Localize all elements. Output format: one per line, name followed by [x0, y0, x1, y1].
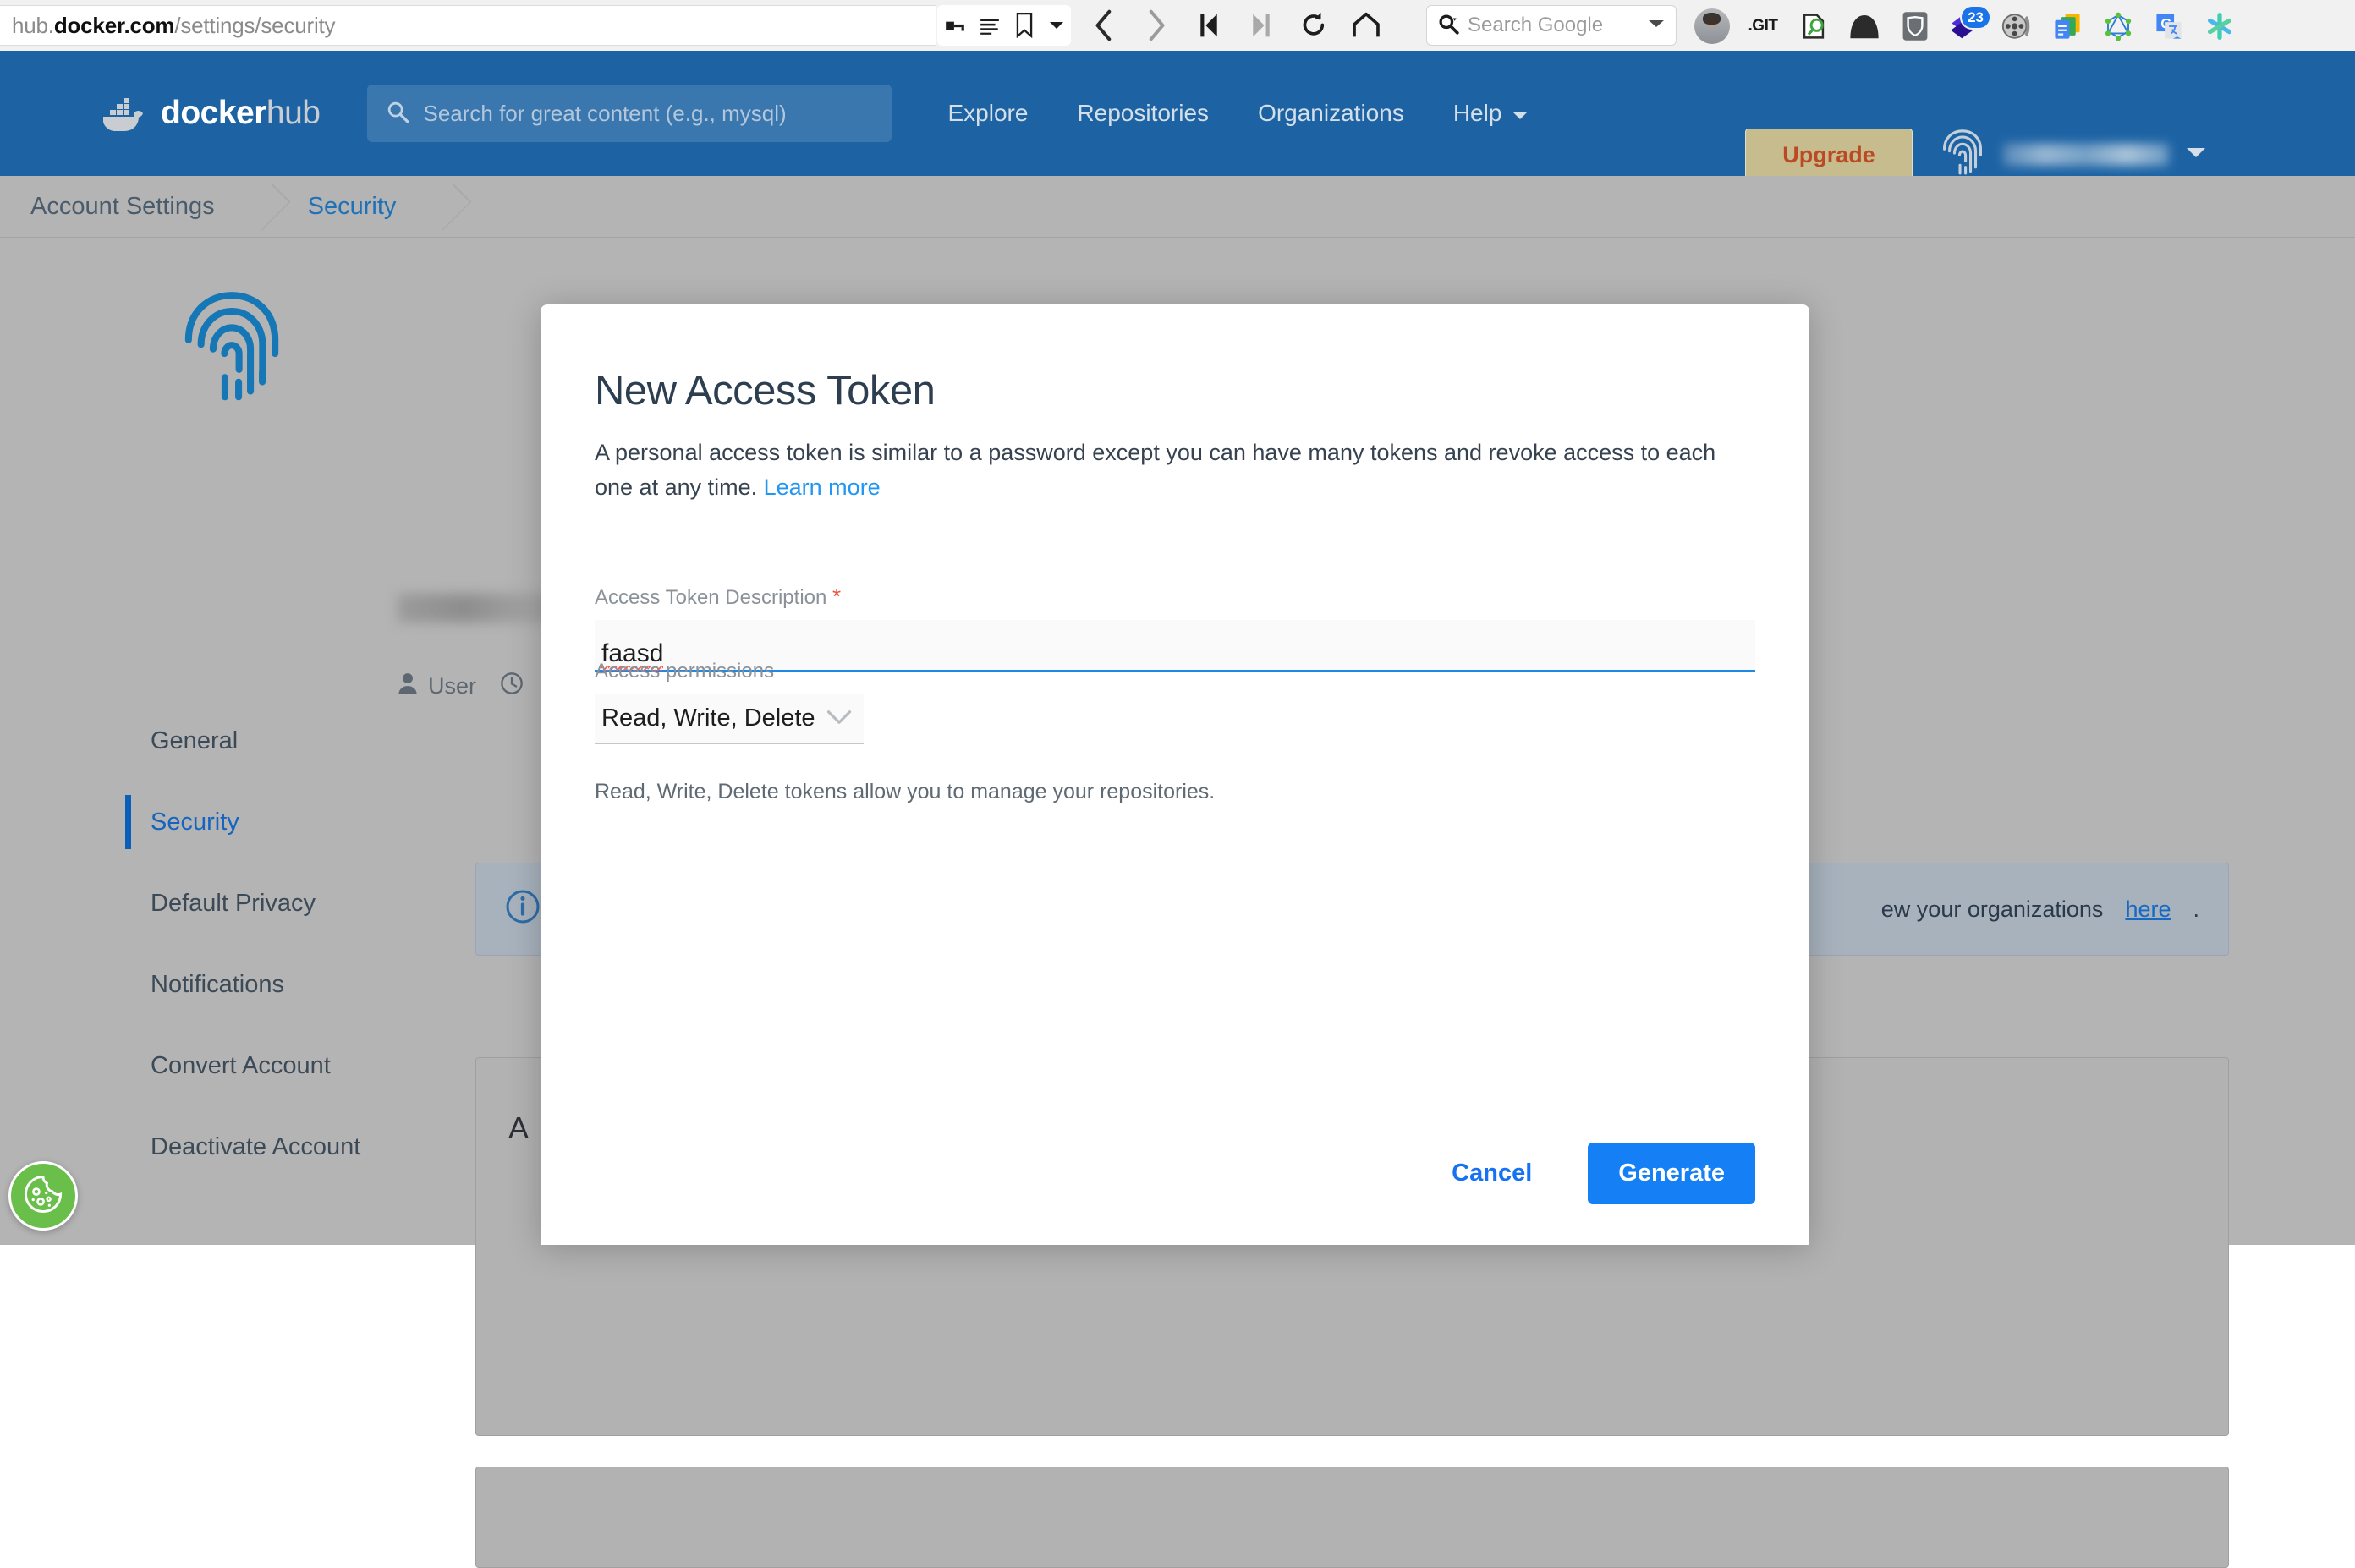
- sidebar-item-notifications[interactable]: Notifications: [125, 944, 489, 1025]
- browser-navigation-group: [1081, 3, 1389, 47]
- search-icon: [386, 100, 409, 128]
- key-icon[interactable]: [944, 5, 966, 46]
- url-domain: docker.com: [53, 12, 175, 38]
- dockerhub-search[interactable]: Search for great content (e.g., mysql): [367, 85, 892, 142]
- breadcrumb-separator-icon: [245, 176, 277, 238]
- google-docs-icon[interactable]: [2044, 6, 2091, 47]
- home-icon[interactable]: [1343, 5, 1389, 46]
- modal-footer: Cancel Generate: [541, 1143, 1809, 1204]
- layers-extension-icon[interactable]: 23: [1942, 5, 1991, 47]
- caret-down-icon: [1512, 100, 1529, 127]
- chevron-down-icon[interactable]: [1048, 5, 1065, 46]
- address-bar[interactable]: hub. docker.com/settings/security: [0, 5, 936, 46]
- info-banner-text: ew your organizations: [1880, 896, 2104, 922]
- forward-icon[interactable]: [1134, 5, 1179, 46]
- learn-more-link[interactable]: Learn more: [764, 474, 881, 500]
- access-permissions-select[interactable]: Read, Write, Delete: [595, 694, 864, 744]
- breadcrumb-separator-icon: [426, 176, 458, 238]
- git-extension-icon[interactable]: .GIT: [1739, 6, 1787, 47]
- nav-link-explore[interactable]: Explore: [947, 100, 1028, 127]
- access-permissions-selected-value: Read, Write, Delete: [601, 704, 815, 732]
- chevron-down-icon[interactable]: [826, 705, 852, 732]
- extension-badge-count: 23: [1960, 5, 1991, 30]
- bookmark-icon[interactable]: [1013, 5, 1035, 46]
- breadcrumb-item-security[interactable]: Security: [277, 193, 427, 221]
- nav-link-repositories[interactable]: Repositories: [1077, 100, 1209, 127]
- sidebar-item-default-privacy[interactable]: Default Privacy: [125, 863, 489, 944]
- nav-link-help[interactable]: Help: [1453, 100, 1529, 127]
- back-icon[interactable]: [1081, 5, 1127, 46]
- sidebar-item-deactivate-account[interactable]: Deactivate Account: [125, 1106, 489, 1187]
- caret-down-icon[interactable]: [2186, 146, 2206, 163]
- cancel-button[interactable]: Cancel: [1414, 1144, 1569, 1203]
- dockerhub-nav: Explore Repositories Organizations Help: [947, 100, 1529, 127]
- dockerhub-search-input[interactable]: Search for great content (e.g., mysql): [423, 101, 786, 127]
- search-icon[interactable]: [1437, 13, 1459, 39]
- new-access-token-modal: New Access Token A personal access token…: [541, 304, 1809, 1245]
- info-circle-icon: [505, 889, 541, 930]
- profile-meta: User: [398, 672, 524, 701]
- breadcrumb-item-account-settings[interactable]: Account Settings: [0, 193, 245, 221]
- access-permissions-field-group: Access permissions Read, Write, Delete: [595, 660, 864, 744]
- graphql-icon[interactable]: [2094, 6, 2142, 47]
- sidebar-item-general[interactable]: General: [125, 700, 489, 781]
- arc-extension-icon[interactable]: [1841, 6, 1888, 47]
- fingerprint-icon: [179, 288, 284, 410]
- info-banner-link[interactable]: here: [2125, 896, 2171, 923]
- url-prefix: hub.: [12, 12, 54, 38]
- generate-button[interactable]: Generate: [1588, 1143, 1755, 1204]
- extension-toolbar: .GIT 23 G: [1688, 3, 2243, 49]
- breadcrumb: Account Settings Security: [0, 176, 2355, 238]
- address-bar-action-group: [937, 5, 1071, 46]
- info-banner-period: .: [2193, 896, 2199, 922]
- dockerhub-wordmark: dockerhub: [161, 95, 321, 131]
- required-marker: *: [832, 584, 842, 609]
- film-reel-icon[interactable]: [1993, 6, 2040, 47]
- page-inspector-icon[interactable]: [1790, 6, 1837, 47]
- username-label: [2003, 144, 2169, 166]
- browser-toolbar: hub. docker.com/settings/security Search…: [0, 0, 2355, 51]
- settings-sidebar: General Security Default Privacy Notific…: [125, 700, 489, 1187]
- asterisk-extension-icon[interactable]: [2196, 6, 2243, 47]
- caret-down-icon[interactable]: [1647, 18, 1666, 34]
- docker-whale-icon: [103, 98, 143, 131]
- access-permissions-help-text: Read, Write, Delete tokens allow you to …: [595, 780, 1216, 803]
- access-permissions-label: Access permissions: [595, 660, 775, 683]
- token-description-label: Access Token Description *: [595, 584, 842, 609]
- search-input[interactable]: Search Google: [1468, 14, 1639, 37]
- url-path: /settings/security: [174, 12, 336, 38]
- user-icon: [398, 672, 418, 700]
- upgrade-button[interactable]: Upgrade: [1745, 129, 1913, 181]
- user-menu[interactable]: [1939, 129, 2206, 181]
- google-translate-icon[interactable]: G: [2145, 6, 2193, 47]
- sidebar-item-security[interactable]: Security: [125, 781, 489, 863]
- cookie-icon: [22, 1173, 64, 1220]
- sidebar-item-convert-account[interactable]: Convert Account: [125, 1025, 489, 1106]
- dockerhub-logo[interactable]: dockerhub: [100, 93, 321, 134]
- clock-icon: [500, 672, 524, 701]
- fingerprint-icon: [1939, 127, 1986, 184]
- cookie-consent-button[interactable]: [8, 1161, 78, 1231]
- dockerhub-header: dockerhub Search for great content (e.g.…: [0, 51, 2355, 181]
- browser-search-box[interactable]: Search Google: [1426, 5, 1677, 46]
- nav-link-organizations[interactable]: Organizations: [1258, 100, 1404, 127]
- bitwarden-icon[interactable]: [1891, 6, 1939, 47]
- last-page-icon[interactable]: [1238, 5, 1284, 46]
- first-page-icon[interactable]: [1186, 5, 1232, 46]
- secondary-card: [475, 1467, 2229, 1568]
- modal-title: New Access Token: [595, 368, 936, 414]
- card-heading: A: [508, 1110, 530, 1145]
- profile-joined: [500, 672, 524, 701]
- reload-icon[interactable]: [1291, 5, 1337, 46]
- profile-role: User: [398, 672, 476, 700]
- reader-mode-icon[interactable]: [979, 5, 1001, 46]
- modal-description: A personal access token is similar to a …: [595, 436, 1720, 505]
- profile-avatar[interactable]: [1688, 6, 1736, 47]
